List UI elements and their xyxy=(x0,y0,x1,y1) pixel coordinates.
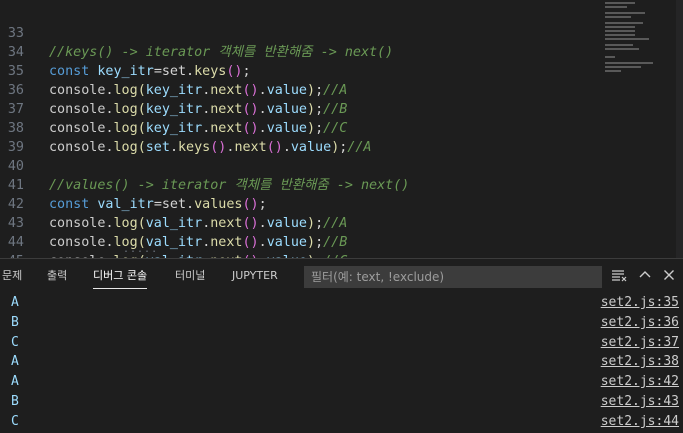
panel-tabs: 문제 출력 디버그 콘솔 터미널 JUPYTER xyxy=(0,259,300,293)
tab-terminal[interactable]: 터미널 xyxy=(175,268,205,288)
minimap[interactable] xyxy=(603,0,673,110)
code-line[interactable]: 33 //keys() -> iterator 객체를 반환해줌 -> next… xyxy=(0,5,600,60)
code-line[interactable]: 36 console.log(key_itr.next().value);//B xyxy=(0,62,600,117)
tab-output[interactable]: 출력 xyxy=(47,268,67,288)
source-link[interactable]: set2.js:42 xyxy=(601,372,679,391)
source-link[interactable]: set2.js:38 xyxy=(601,352,679,371)
code-line[interactable]: 38 console.log(set.keys().next().value);… xyxy=(0,100,600,155)
folded-region-ellipsis[interactable]: ..... xyxy=(123,244,158,255)
console-message: A xyxy=(11,354,19,369)
console-message: C xyxy=(11,414,19,429)
console-message: A xyxy=(11,295,19,310)
source-link[interactable]: set2.js:43 xyxy=(601,392,679,411)
console-entry: C set2.js:44 xyxy=(0,412,683,431)
code-line[interactable]: 35 console.log(key_itr.next().value);//A xyxy=(0,43,600,98)
code-line[interactable]: 34 const key_itr=set.keys(); xyxy=(0,24,600,79)
source-link[interactable]: set2.js:44 xyxy=(601,412,679,431)
tab-debug-console[interactable]: 디버그 콘솔 xyxy=(93,268,148,289)
filter-input[interactable] xyxy=(304,266,602,288)
code-line[interactable]: 39 xyxy=(0,119,600,155)
console-entry: A set2.js:42 xyxy=(0,372,683,391)
clear-all-icon[interactable] xyxy=(610,267,628,285)
code-line[interactable]: 42 console.log(val_itr.next().value);//A xyxy=(0,176,600,231)
editor-scrollbar[interactable] xyxy=(676,0,683,258)
console-message: B xyxy=(11,315,19,330)
source-link[interactable]: set2.js:37 xyxy=(601,333,679,352)
console-entry: B set2.js:36 xyxy=(0,313,683,332)
code-line[interactable]: 45 xyxy=(0,233,600,258)
close-icon[interactable] xyxy=(660,267,678,285)
bottom-panel: 문제 출력 디버그 콘솔 터미널 JUPYTER A set2.js:35 B … xyxy=(0,258,683,433)
code-line[interactable]: 41 const val_itr=set.values(); xyxy=(0,157,600,212)
code-line[interactable]: 43 console.log(val_itr.next().value);//B xyxy=(0,195,600,250)
code-line[interactable]: 44 console.log(val_itr.next().value);//C xyxy=(0,214,600,258)
tab-problems[interactable]: 문제 xyxy=(2,268,22,288)
console-entry: B set2.js:43 xyxy=(0,392,683,411)
console-entry: A set2.js:35 xyxy=(0,293,683,312)
source-link[interactable]: set2.js:35 xyxy=(601,293,679,312)
console-message: A xyxy=(11,374,19,389)
tab-jupyter[interactable]: JUPYTER xyxy=(232,268,278,288)
console-message: C xyxy=(11,335,19,350)
code-editor[interactable]: 33 //keys() -> iterator 객체를 반환해줌 -> next… xyxy=(0,0,683,258)
code-line[interactable]: 40 //values() -> iterator 객체를 반환해줌 -> ne… xyxy=(0,138,600,193)
console-entry: C set2.js:37 xyxy=(0,333,683,352)
code-line[interactable]: 37 console.log(key_itr.next().value);//C xyxy=(0,81,600,136)
chevron-up-icon[interactable] xyxy=(636,267,654,285)
console-entry: A set2.js:38 xyxy=(0,352,683,371)
console-message: B xyxy=(11,394,19,409)
source-link[interactable]: set2.js:36 xyxy=(601,313,679,332)
